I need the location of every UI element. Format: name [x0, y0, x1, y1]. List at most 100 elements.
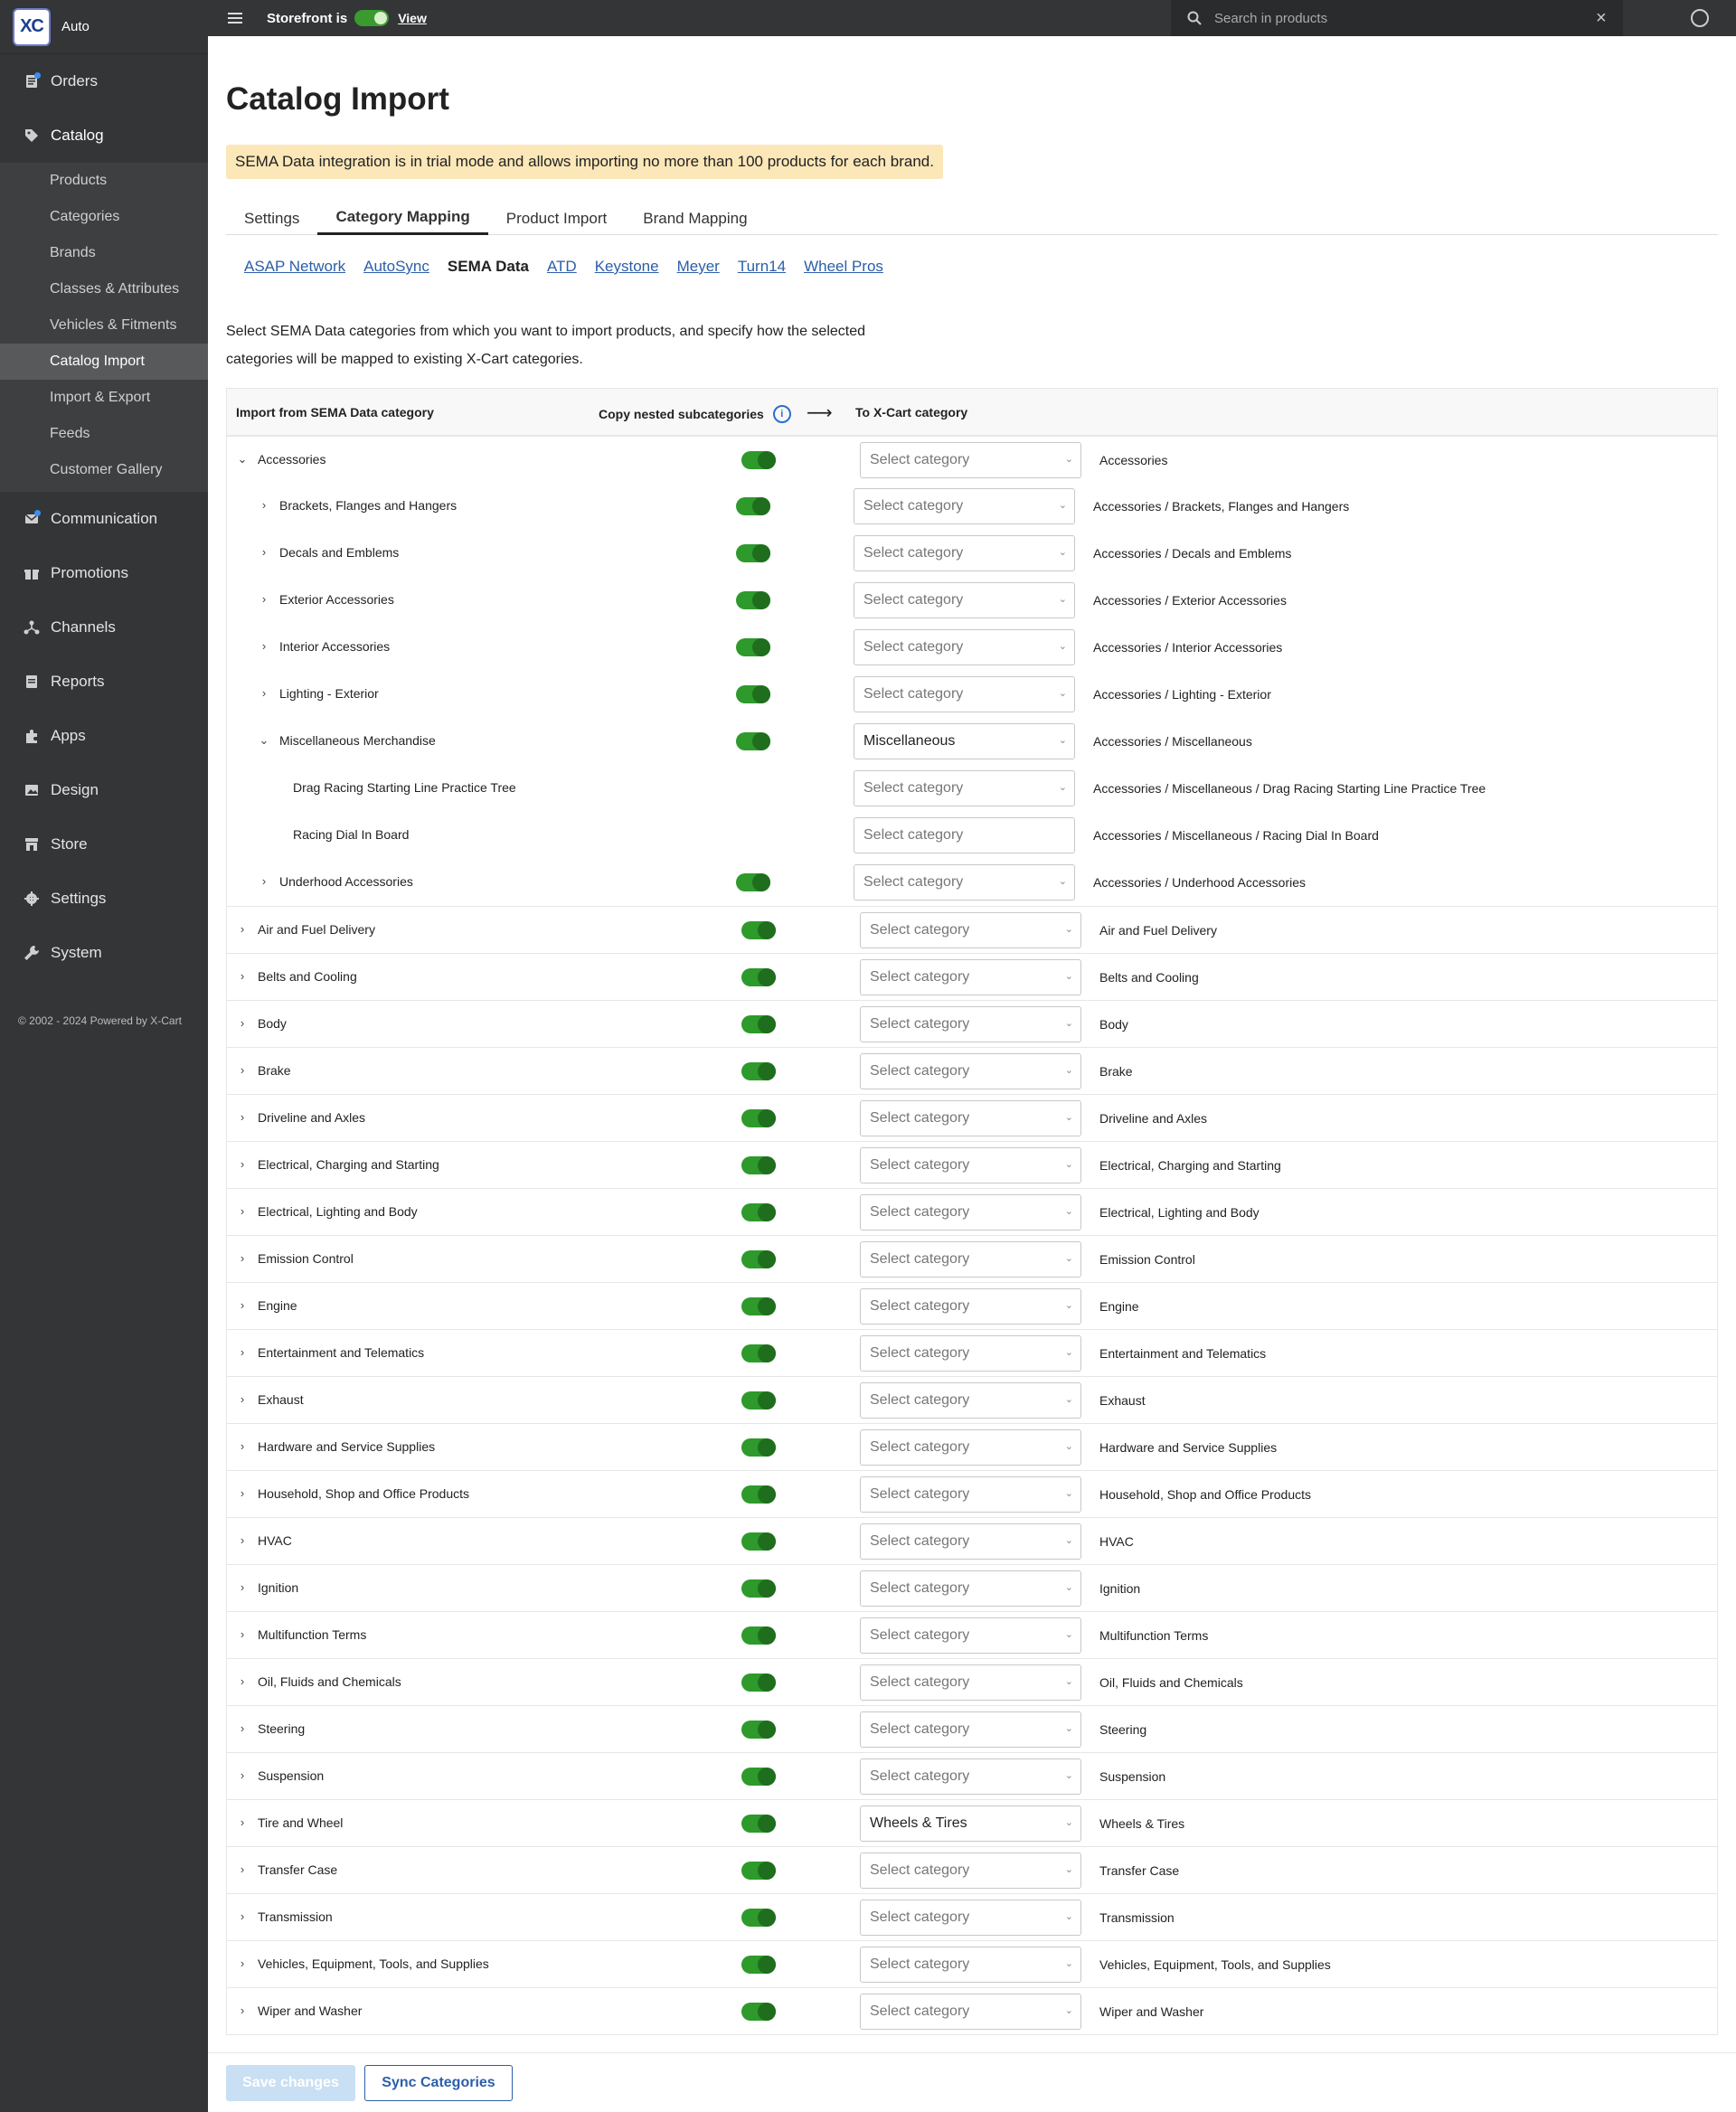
storefront-toggle[interactable] [354, 10, 390, 26]
search-icon[interactable] [1178, 11, 1211, 25]
chevron-right-icon[interactable]: › [258, 639, 270, 653]
chevron-down-icon[interactable]: ⌄ [258, 733, 270, 748]
category-select[interactable]: Select category ⌄ [860, 1947, 1081, 1983]
category-select[interactable]: Select category ⌄ [860, 1758, 1081, 1795]
source-tab-turn14[interactable]: Turn14 [738, 258, 786, 276]
copy-subcategories-toggle[interactable] [736, 685, 770, 703]
copy-subcategories-toggle[interactable] [741, 1768, 776, 1786]
copy-subcategories-toggle[interactable] [736, 638, 770, 656]
category-select[interactable]: Select category ⌄ [854, 864, 1075, 900]
source-tab-wheel-pros[interactable]: Wheel Pros [804, 258, 883, 276]
sidebar-item-reports[interactable]: Reports [0, 655, 208, 709]
chevron-right-icon[interactable]: › [236, 1486, 249, 1500]
chevron-right-icon[interactable]: › [236, 1627, 249, 1641]
copy-subcategories-toggle[interactable] [741, 1391, 776, 1410]
chevron-right-icon[interactable]: › [236, 1298, 249, 1312]
chevron-down-icon[interactable]: ⌄ [236, 452, 249, 467]
source-tab-asap-network[interactable]: ASAP Network [244, 258, 345, 276]
close-icon[interactable]: × [1596, 8, 1623, 29]
info-icon[interactable]: i [772, 405, 791, 423]
tab-settings[interactable]: Settings [226, 202, 317, 235]
category-select[interactable]: Select category ⌄ [860, 1053, 1081, 1089]
copy-subcategories-toggle[interactable] [736, 732, 770, 750]
chevron-right-icon[interactable]: › [258, 592, 270, 606]
chevron-right-icon[interactable]: › [236, 1439, 249, 1453]
copy-subcategories-toggle[interactable] [741, 1156, 776, 1174]
category-select[interactable]: Select category ⌄ [860, 959, 1081, 995]
menu-icon[interactable] [217, 0, 253, 36]
user-icon[interactable] [1691, 9, 1709, 27]
chevron-right-icon[interactable]: › [236, 1956, 249, 1970]
source-tab-autosync[interactable]: AutoSync [363, 258, 429, 276]
chevron-right-icon[interactable]: › [236, 1533, 249, 1547]
category-select[interactable]: Select category ⌄ [860, 1476, 1081, 1513]
sidebar-subitem-brands[interactable]: Brands [0, 235, 208, 271]
sidebar-subitem-customer-gallery[interactable]: Customer Gallery [0, 452, 208, 488]
chevron-right-icon[interactable]: › [236, 1815, 249, 1829]
category-select[interactable]: Select category ⌄ [860, 1006, 1081, 1042]
search-box[interactable]: Search in products × [1171, 0, 1623, 36]
sidebar-subitem-classes-attributes[interactable]: Classes & Attributes [0, 271, 208, 307]
category-select[interactable]: Select category ⌄ [854, 488, 1075, 524]
sidebar-subitem-catalog-import[interactable]: Catalog Import [0, 344, 208, 380]
copy-subcategories-toggle[interactable] [741, 1203, 776, 1221]
copy-subcategories-toggle[interactable] [736, 497, 770, 515]
chevron-right-icon[interactable]: › [236, 922, 249, 936]
sidebar-item-design[interactable]: Design [0, 763, 208, 817]
category-select[interactable]: Wheels & Tires ⌄ [860, 1806, 1081, 1842]
source-tab-meyer[interactable]: Meyer [677, 258, 720, 276]
copy-subcategories-toggle[interactable] [736, 873, 770, 891]
source-tab-keystone[interactable]: Keystone [595, 258, 659, 276]
category-select[interactable]: Select category ⌄ [860, 1147, 1081, 1183]
copy-subcategories-toggle[interactable] [741, 1674, 776, 1692]
category-select[interactable]: Select category ⌄ [860, 1711, 1081, 1748]
sidebar-subitem-import-export[interactable]: Import & Export [0, 380, 208, 416]
category-select[interactable]: Select category ⌄ [860, 1429, 1081, 1466]
chevron-right-icon[interactable]: › [236, 1110, 249, 1124]
copy-subcategories-toggle[interactable] [741, 1956, 776, 1974]
copy-subcategories-toggle[interactable] [741, 1815, 776, 1833]
category-select[interactable]: Select category ⌄ [860, 1288, 1081, 1325]
category-select[interactable]: Select category ⌄ [860, 442, 1081, 478]
category-select[interactable]: Select category ⌄ [860, 1382, 1081, 1419]
copy-subcategories-toggle[interactable] [741, 1532, 776, 1551]
view-storefront-link[interactable]: View [398, 11, 427, 25]
chevron-right-icon[interactable]: › [236, 1392, 249, 1406]
category-select[interactable]: Select category ⌄ [854, 582, 1075, 618]
chevron-right-icon[interactable]: › [236, 1768, 249, 1782]
sidebar-item-apps[interactable]: Apps [0, 709, 208, 763]
copy-subcategories-toggle[interactable] [741, 1062, 776, 1080]
sidebar-item-system[interactable]: System [0, 926, 208, 980]
chevron-right-icon[interactable]: › [236, 1580, 249, 1594]
category-select[interactable]: Select category ⌄ [860, 912, 1081, 948]
copy-subcategories-toggle[interactable] [741, 1862, 776, 1880]
sidebar-subitem-categories[interactable]: Categories [0, 199, 208, 235]
sidebar-subitem-feeds[interactable]: Feeds [0, 416, 208, 452]
tab-category-mapping[interactable]: Category Mapping [317, 202, 488, 235]
chevron-right-icon[interactable]: › [236, 1063, 249, 1077]
chevron-right-icon[interactable]: › [258, 498, 270, 512]
sidebar-subitem-vehicles-fitments[interactable]: Vehicles & Fitments [0, 307, 208, 344]
copy-subcategories-toggle[interactable] [741, 451, 776, 469]
category-select[interactable]: Miscellaneous ⌄ [854, 723, 1075, 759]
category-select[interactable]: Select category ⌄ [860, 1853, 1081, 1889]
copy-subcategories-toggle[interactable] [736, 591, 770, 609]
chevron-right-icon[interactable]: › [258, 545, 270, 559]
category-select[interactable]: Select category ⌄ [860, 1994, 1081, 2030]
copy-subcategories-toggle[interactable] [741, 1109, 776, 1127]
copy-subcategories-toggle[interactable] [741, 2003, 776, 2021]
category-select[interactable]: Select category ⌄ [860, 1241, 1081, 1278]
sidebar-item-orders[interactable]: Orders [0, 54, 208, 108]
copy-subcategories-toggle[interactable] [741, 1438, 776, 1457]
xcart-logo[interactable]: XC [13, 7, 51, 46]
tab-brand-mapping[interactable]: Brand Mapping [625, 202, 765, 235]
copy-subcategories-toggle[interactable] [741, 1626, 776, 1645]
search-input[interactable]: Search in products [1214, 11, 1596, 26]
chevron-right-icon[interactable]: › [236, 1909, 249, 1923]
chevron-right-icon[interactable]: › [236, 1721, 249, 1735]
copy-subcategories-toggle[interactable] [741, 1250, 776, 1268]
save-changes-button[interactable]: Save changes [226, 2065, 355, 2101]
sync-categories-button[interactable]: Sync Categories [364, 2065, 513, 2101]
chevron-right-icon[interactable]: › [236, 1157, 249, 1171]
category-select[interactable]: Select category [854, 817, 1075, 853]
